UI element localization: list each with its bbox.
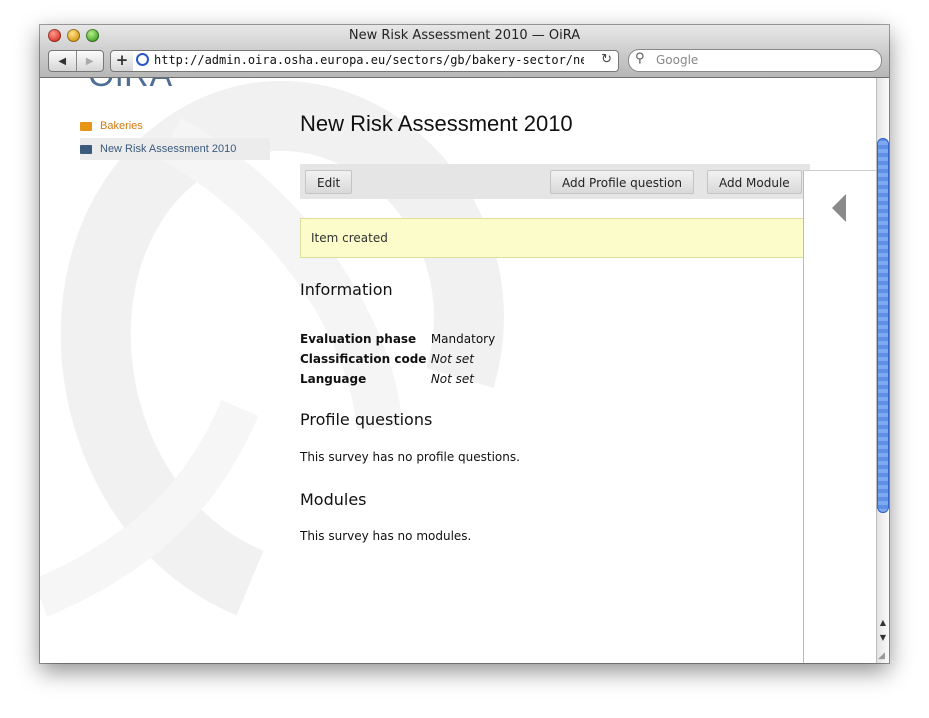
back-button[interactable]: ◀ bbox=[49, 51, 76, 71]
field-value: Mandatory bbox=[430, 332, 496, 346]
information-heading: Information bbox=[300, 280, 393, 299]
field-evaluation-phase: Evaluation phase Mandatory bbox=[300, 332, 495, 346]
search-field[interactable]: ⚲ Google bbox=[628, 49, 882, 72]
resize-grip-icon[interactable]: ◢ bbox=[878, 651, 885, 661]
search-placeholder: Google bbox=[656, 53, 699, 67]
field-value: Not set bbox=[430, 352, 475, 366]
field-language: Language Not set bbox=[300, 372, 474, 386]
profile-questions-text: This survey has no profile questions. bbox=[300, 450, 520, 464]
page-title: New Risk Assessment 2010 bbox=[300, 111, 573, 136]
window-title: New Risk Assessment 2010 — OiRA bbox=[348, 28, 581, 43]
sidebar-item-label: Bakeries bbox=[100, 120, 143, 132]
field-classification-code: Classification code Not set bbox=[300, 352, 474, 366]
add-profile-question-button[interactable]: Add Profile question bbox=[550, 170, 695, 194]
field-label: Classification code bbox=[300, 352, 427, 366]
add-bookmark-button[interactable]: + bbox=[110, 50, 134, 72]
profile-questions-heading: Profile questions bbox=[300, 410, 433, 429]
field-value: Not set bbox=[430, 372, 475, 386]
address-bar[interactable]: http://admin.oira.osha.europa.eu/sectors… bbox=[133, 50, 619, 72]
modules-heading: Modules bbox=[300, 490, 367, 509]
side-panel bbox=[803, 170, 876, 663]
oira-logo[interactable]: OiRA bbox=[88, 78, 173, 95]
scroll-up-icon[interactable]: ▲ bbox=[878, 618, 888, 627]
folder-icon bbox=[80, 144, 92, 154]
url-text[interactable]: http://admin.oira.osha.europa.eu/sectors… bbox=[154, 53, 584, 67]
vertical-scrollbar[interactable]: ▲ ▼ ◢ bbox=[876, 78, 889, 663]
sidebar-item-label: New Risk Assessment 2010 bbox=[100, 143, 237, 155]
field-label: Evaluation phase bbox=[300, 332, 417, 346]
edit-button[interactable]: Edit bbox=[305, 170, 353, 194]
folder-icon bbox=[80, 121, 92, 131]
field-label: Language bbox=[300, 372, 367, 386]
forward-button[interactable]: ▶ bbox=[75, 51, 104, 71]
modules-text: This survey has no modules. bbox=[300, 529, 472, 543]
add-module-button[interactable]: Add Module bbox=[707, 170, 802, 194]
sidebar-item-bakeries[interactable]: Bakeries bbox=[80, 115, 270, 137]
site-favicon-icon bbox=[136, 53, 149, 66]
expand-panel-arrow-icon[interactable] bbox=[832, 194, 846, 222]
title-bar: New Risk Assessment 2010 — OiRA ◀ ▶ + ht… bbox=[40, 25, 889, 78]
scroll-down-icon[interactable]: ▼ bbox=[878, 633, 888, 642]
status-message: Item created bbox=[300, 218, 803, 258]
scrollbar-thumb[interactable] bbox=[877, 138, 889, 513]
sidebar-item-current-assessment[interactable]: New Risk Assessment 2010 bbox=[80, 138, 270, 160]
page-content: OiRA Bakeries New Risk Assessment 2010 N… bbox=[40, 78, 876, 663]
action-toolbar: Edit Add Profile question Add Module bbox=[300, 164, 810, 199]
search-icon[interactable]: ⚲ bbox=[635, 51, 645, 66]
browser-window: New Risk Assessment 2010 — OiRA ◀ ▶ + ht… bbox=[40, 25, 889, 663]
history-buttons: ◀ ▶ bbox=[48, 50, 104, 72]
reload-icon[interactable]: ↻ bbox=[601, 52, 612, 67]
